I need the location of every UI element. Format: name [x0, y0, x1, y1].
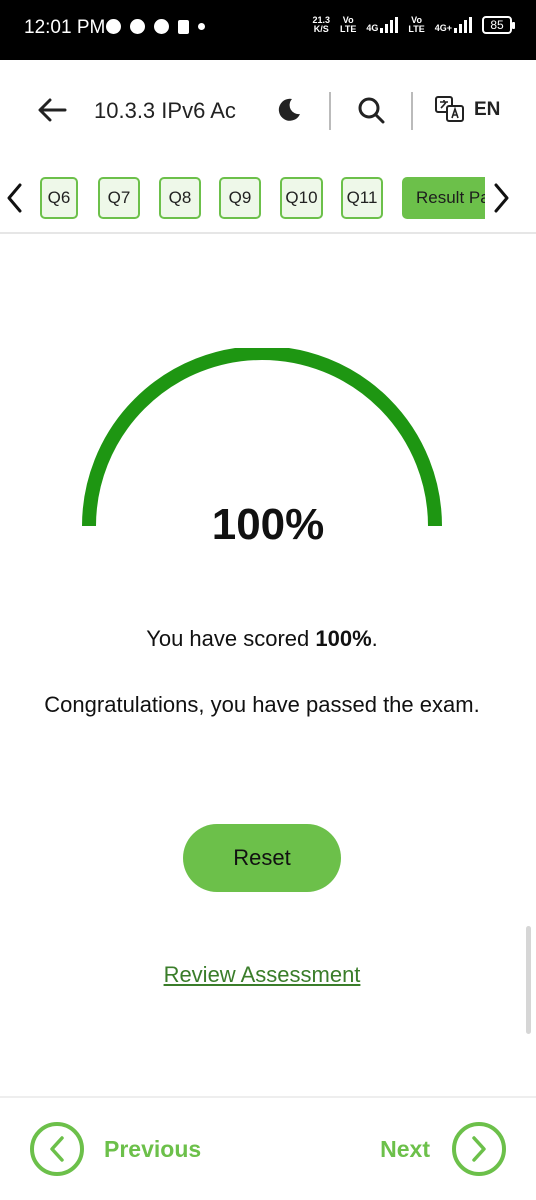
search-button[interactable] [354, 93, 388, 127]
language-selector[interactable]: EN [434, 93, 514, 127]
more-notifications-icon [198, 23, 205, 30]
tab-q8[interactable]: Q8 [159, 177, 201, 219]
previous-label: Previous [104, 1135, 202, 1162]
search-icon [358, 97, 385, 124]
tab-q10[interactable]: Q10 [280, 177, 323, 219]
signal-2: 4G+ [435, 17, 472, 33]
bottom-nav: Previous Next [0, 1096, 536, 1200]
chevron-left-icon [50, 1136, 64, 1162]
review-assessment-link[interactable]: Review Assessment [0, 962, 524, 988]
system-icons: 21.3 K/S Vo LTE 4G Vo LTE 4G+ 85 [312, 15, 515, 34]
question-nav: Q6 Q7 Q8 Q9 Q10 Q11 Result Pa [0, 162, 536, 234]
result-message: Congratulations, you have passed the exa… [44, 692, 480, 717]
score-summary: You have scored 100%. [0, 626, 524, 652]
chevron-right-icon [472, 1136, 486, 1162]
whatsapp-icon [106, 19, 121, 34]
app-header: 10.3.3 IPv6 Ac EN [0, 60, 536, 162]
net-speed: 21.3 K/S [312, 15, 331, 34]
score-suffix: . [371, 626, 378, 651]
score-prefix: You have scored [146, 626, 316, 651]
language-label: EN [474, 99, 501, 120]
arrow-left-icon [38, 98, 67, 122]
signal-bars-icon [454, 17, 472, 33]
snapchat-icon [154, 19, 169, 34]
chevron-left-icon [7, 183, 22, 213]
scroll-right-button[interactable] [488, 178, 516, 218]
battery-icon: 85 [482, 16, 515, 34]
tab-result-page[interactable]: Result Pa [402, 177, 485, 219]
next-button[interactable]: Next [380, 1122, 506, 1176]
page-title: 10.3.3 IPv6 Ac [94, 98, 236, 123]
tab-q7[interactable]: Q7 [98, 177, 140, 219]
volte-2: Vo LTE [408, 15, 425, 34]
status-bar: 12:01 PM 21.3 K/S Vo LTE 4G Vo LTE 4G+ 8… [0, 0, 536, 60]
reset-button[interactable]: Reset [183, 824, 341, 892]
header-divider [411, 92, 413, 130]
dark-mode-toggle[interactable] [272, 93, 306, 127]
signal-bars-icon [380, 17, 399, 33]
pdf-icon [178, 19, 189, 34]
notification-icons [106, 19, 205, 34]
next-label: Next [380, 1135, 430, 1162]
scroll-left-button[interactable] [0, 178, 28, 218]
translate-icon [435, 96, 464, 122]
status-time: 12:01 PM [24, 17, 106, 38]
next-circle [452, 1122, 506, 1176]
tab-q11[interactable]: Q11 [341, 177, 383, 219]
moon-icon [278, 98, 300, 121]
scrollbar[interactable] [526, 926, 531, 1034]
previous-button[interactable]: Previous [30, 1122, 201, 1176]
volte-1: Vo LTE [340, 15, 357, 34]
previous-circle [30, 1122, 84, 1176]
signal-1: 4G [366, 17, 399, 33]
question-tabs: Q6 Q7 Q8 Q9 Q10 Q11 Result Pa [40, 177, 485, 219]
header-divider [329, 92, 331, 130]
score-percentage: 100% [211, 500, 325, 549]
tab-q9[interactable]: Q9 [219, 177, 261, 219]
tab-q6[interactable]: Q6 [40, 177, 78, 219]
chat-icon [130, 19, 145, 34]
score-value: 100% [315, 626, 372, 651]
back-button[interactable] [34, 92, 70, 128]
chevron-right-icon [494, 183, 509, 213]
